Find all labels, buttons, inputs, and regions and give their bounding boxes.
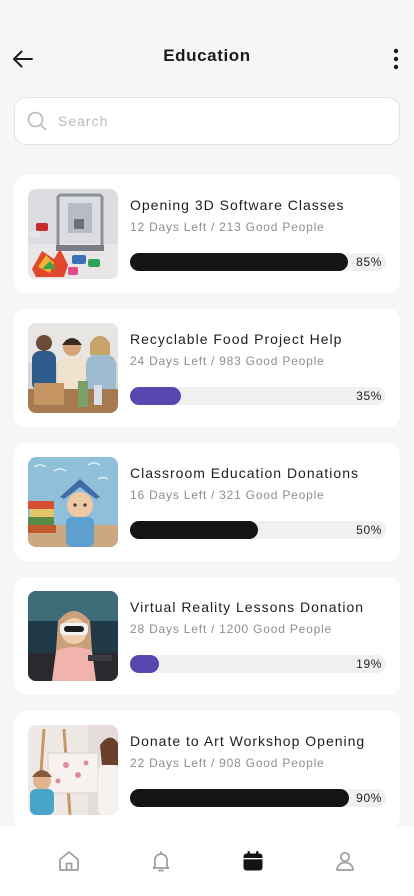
progress-percent: 50%: [356, 523, 382, 537]
bell-icon: [152, 851, 170, 872]
campaign-card[interactable]: Recyclable Food Project Help 24 Days Lef…: [14, 309, 400, 427]
campaign-title: Recyclable Food Project Help: [130, 331, 343, 347]
progress-bar: 50%: [130, 521, 386, 539]
progress-percent: 85%: [356, 255, 382, 269]
user-icon: [336, 851, 354, 871]
campaign-card[interactable]: Classroom Education Donations 16 Days Le…: [14, 443, 400, 561]
progress-fill: [130, 655, 159, 673]
campaign-title: Virtual Reality Lessons Donation: [130, 599, 365, 615]
campaign-meta: 28 Days Left/1200 Good People: [130, 622, 332, 636]
search-icon: [27, 111, 47, 131]
campaign-title: Opening 3D Software Classes: [130, 197, 345, 213]
campaign-thumbnail-3d-printer: [28, 189, 118, 279]
campaign-list: Opening 3D Software Classes 12 Days Left…: [14, 175, 400, 845]
meta-separator: /: [210, 354, 216, 368]
campaign-thumbnail-volunteers: [28, 323, 118, 413]
campaign-thumbnail-vr: [28, 591, 118, 681]
progress-fill: [130, 789, 349, 807]
meta-separator: /: [210, 488, 216, 502]
nav-profile-button[interactable]: [318, 834, 372, 888]
progress-bar: 85%: [130, 253, 386, 271]
campaign-meta: 16 Days Left/321 Good People: [130, 488, 325, 502]
progress-percent: 90%: [356, 791, 382, 805]
home-icon: [59, 851, 79, 871]
supporters-count: 321 Good People: [219, 488, 325, 502]
days-left: 22 Days Left: [130, 756, 207, 770]
campaign-card[interactable]: Virtual Reality Lessons Donation 28 Days…: [14, 577, 400, 695]
campaign-thumbnail-books: [28, 457, 118, 547]
calendar-icon: [243, 851, 263, 871]
campaign-thumbnail-art-workshop: [28, 725, 118, 815]
meta-separator: /: [210, 756, 216, 770]
campaign-title: Donate to Art Workshop Opening: [130, 733, 366, 749]
more-vertical-icon: [393, 48, 399, 70]
meta-separator: /: [210, 622, 216, 636]
days-left: 24 Days Left: [130, 354, 207, 368]
campaign-meta: 12 Days Left/213 Good People: [130, 220, 325, 234]
progress-percent: 19%: [356, 657, 382, 671]
nav-calendar-button[interactable]: [226, 834, 280, 888]
progress-bar: 90%: [130, 789, 386, 807]
progress-fill: [130, 387, 181, 405]
campaign-title: Classroom Education Donations: [130, 465, 359, 481]
supporters-count: 1200 Good People: [219, 622, 333, 636]
supporters-count: 908 Good People: [219, 756, 325, 770]
campaign-meta: 24 Days Left/983 Good People: [130, 354, 325, 368]
page-title: Education: [163, 46, 251, 65]
meta-separator: /: [210, 220, 216, 234]
days-left: 12 Days Left: [130, 220, 207, 234]
bottom-navigation: [0, 826, 414, 896]
more-options-button[interactable]: [386, 46, 406, 72]
campaign-meta: 22 Days Left/908 Good People: [130, 756, 325, 770]
days-left: 28 Days Left: [130, 622, 207, 636]
supporters-count: 213 Good People: [219, 220, 325, 234]
progress-bar: 35%: [130, 387, 386, 405]
progress-fill: [130, 521, 258, 539]
search-input[interactable]: [58, 113, 358, 129]
nav-home-button[interactable]: [42, 834, 96, 888]
supporters-count: 983 Good People: [219, 354, 325, 368]
progress-percent: 35%: [356, 389, 382, 403]
search-bar[interactable]: [14, 97, 400, 145]
progress-bar: 19%: [130, 655, 386, 673]
top-app-bar: Education: [0, 0, 414, 96]
campaign-card[interactable]: Donate to Art Workshop Opening 22 Days L…: [14, 711, 400, 829]
days-left: 16 Days Left: [130, 488, 207, 502]
campaign-card[interactable]: Opening 3D Software Classes 12 Days Left…: [14, 175, 400, 293]
progress-fill: [130, 253, 348, 271]
nav-notifications-button[interactable]: [134, 834, 188, 888]
